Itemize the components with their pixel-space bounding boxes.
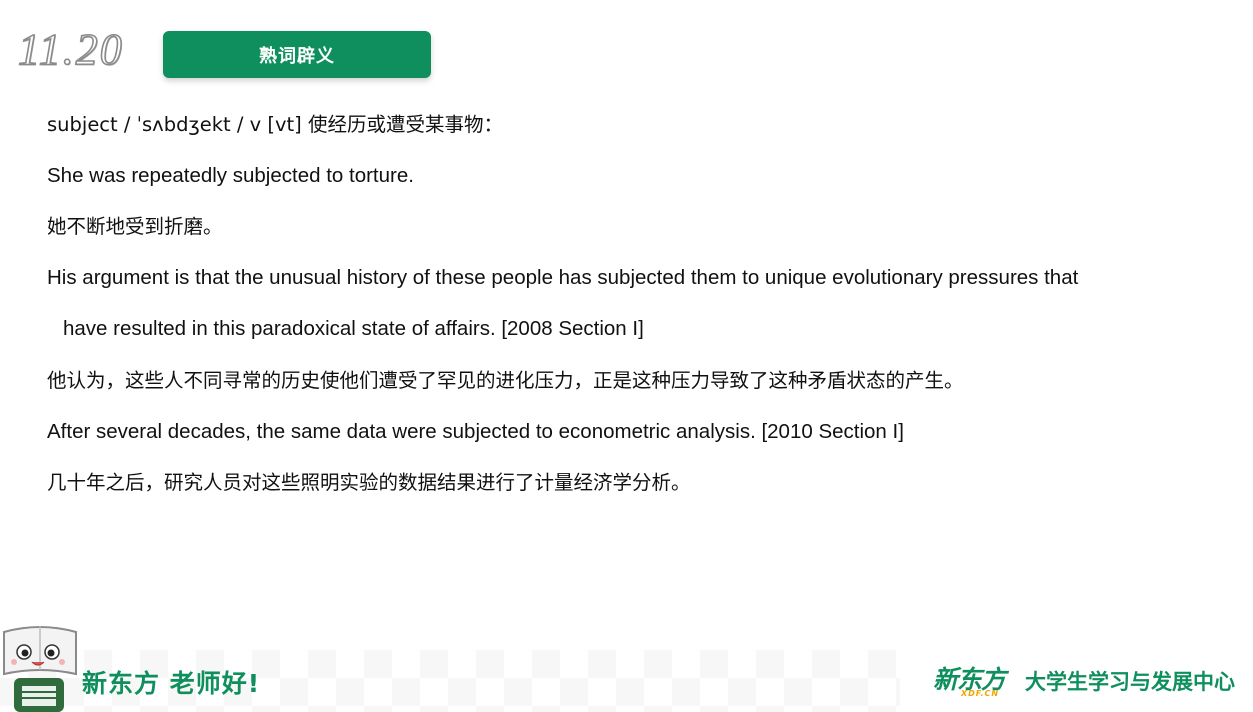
entry-headword-line: subject / ˈsʌbdʒekt / v [vt] 使经历或遭受某事物： [47,113,503,136]
example-sentence-2-part-1: His argument is that the unusual history… [47,266,1079,289]
example-sentence-1: She was repeatedly subjected to torture. [47,164,414,187]
book-mascot-icon [3,626,77,712]
brand-logo: 新东方 XDF.CN [933,660,1011,700]
footer-banner: 新东方 老师好! 新东方 XDF.CN 大学生学习与发展中心 [0,612,1253,712]
example-translation-1: 她不断地受到折磨。 [47,215,223,238]
footer-center-name: 大学生学习与发展中心 [1025,670,1235,694]
example-sentence-3: After several decades, the same data wer… [47,420,904,443]
example-translation-3: 几十年之后，研究人员对这些照明实验的数据结果进行了计量经济学分析。 [47,471,691,494]
example-sentence-2-part-2: have resulted in this paradoxical state … [63,317,644,340]
section-title: 熟词辟义 [259,45,335,67]
section-title-badge: 熟词辟义 [163,31,431,78]
date-label: 11.20 [17,25,124,74]
brand-logo-en: XDF.CN [961,689,1000,698]
footer-slogan: 新东方 老师好! [82,669,261,698]
example-translation-2: 他认为，这些人不同寻常的历史使他们遭受了罕见的进化压力，正是这种压力导致了这种矛… [47,369,964,392]
